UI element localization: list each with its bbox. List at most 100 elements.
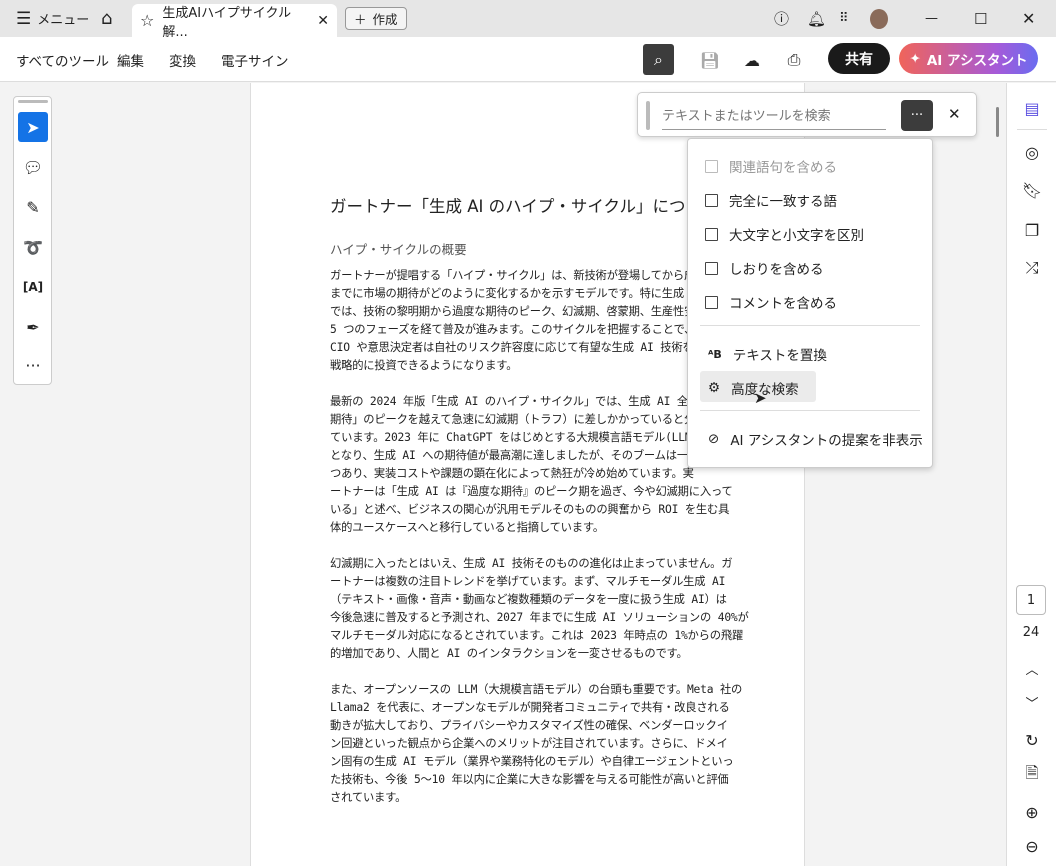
text-line: 幻滅期に入ったとはいえ、生成 AI 技術そのものの進化は止まっていません。ガ [330, 557, 733, 570]
drag-handle[interactable] [18, 100, 48, 103]
replace-text-icon: ᴬB [708, 347, 722, 361]
text-line: ートナーは複数の注目トレンドを挙げています。まず、マルチモーダル生成 AI [330, 575, 726, 588]
tab-bar: ☰ メニュー ⌂ ☆ 生成AIハイプサイクル解... ✕ ＋作成 ⓘ 🔔︎ ⠿ — ☐… [0, 0, 1056, 40]
star-icon[interactable]: ☆ [140, 11, 154, 30]
apps-grid-icon[interactable]: ⠿ [839, 0, 849, 37]
checkbox[interactable] [705, 261, 718, 275]
text-line: ガートナーが提唱する「ハイプ・サイクル」は、新技術が登場してから成 [330, 269, 696, 282]
next-page-icon[interactable]: ﹀ [1019, 689, 1045, 715]
checkbox[interactable] [705, 227, 718, 241]
text-line: ン固有の生成 AI モデル（業界や業務特化のモデル）や自律エージェントといっ [330, 755, 734, 768]
ai-summary-icon[interactable]: ▤ [1019, 95, 1045, 121]
toolbar [0, 37, 1056, 82]
divider [700, 325, 920, 326]
mouse-cursor-icon: ➤ [754, 389, 767, 407]
rotate-icon[interactable]: ↻ [1019, 727, 1045, 753]
text-line: （テキスト・画像・音声・動画など複数種類のデータを一度に扱う生成 AI）は [330, 593, 727, 606]
upload-cloud-icon[interactable]: ☁ [738, 47, 766, 73]
maximize-icon[interactable]: ☐ [974, 0, 987, 37]
help-icon[interactable]: ⓘ [774, 0, 789, 37]
text-line: 動きが拡大しており、プライバシーやカスタマイズ性の確保、ベンダーロックイ [330, 719, 728, 732]
menu-esign[interactable]: 電子サイン [221, 50, 289, 70]
text-line: 今後急速に普及すると予測され、2027 年までに生成 AI ソリューションの 4… [330, 611, 749, 624]
menu-edit[interactable]: 編集 [117, 50, 144, 70]
sign-icon[interactable]: ✒ [18, 312, 48, 342]
plus-icon: ＋ [354, 12, 367, 27]
replace-text-item[interactable]: ᴬB テキストを置換 [708, 344, 827, 365]
create-button[interactable]: ＋作成 [345, 7, 407, 30]
text-line: 体的ユースケースへと移行していると指摘しています。 [330, 521, 604, 534]
select-cursor-icon[interactable]: ➤ [18, 112, 48, 142]
text-box-icon[interactable]: [A] [18, 272, 48, 302]
text-line: つあり、実装コストや課題の顕在化によって熱狂が冷め始めています。実 [330, 467, 694, 480]
bookmarks-icon[interactable]: 🔖︎ [1019, 177, 1045, 203]
vertical-scrollbar[interactable] [990, 83, 1006, 866]
close-search-icon[interactable]: ✕ [948, 105, 961, 123]
comments-icon[interactable]: ◎ [1019, 139, 1045, 165]
draw-freehand-icon[interactable]: ➰ [18, 232, 48, 262]
more-tools-icon[interactable]: ··· [18, 350, 48, 380]
right-rail: ▤ ◎ 🔖︎ ❐ ⤮ 1 24 ︿ ﹀ ↻ 🗎︎ ⊕ ⊖ [1006, 83, 1056, 866]
comment-icon[interactable]: 💬︎ [18, 152, 48, 182]
checkbox[interactable] [705, 193, 718, 207]
search-options-button[interactable]: ··· [901, 100, 933, 131]
search-icon[interactable]: ⌕ [643, 44, 674, 75]
previous-page-icon[interactable]: ︿ [1019, 655, 1045, 681]
share-button[interactable]: 共有 [828, 43, 890, 74]
search-input[interactable] [662, 103, 886, 130]
home-icon[interactable]: ⌂ [101, 0, 112, 37]
text-line: また、オープンソースの LLM（大規模言語モデル）の台頭も重要です。Meta 社… [330, 683, 743, 696]
page-number-input[interactable]: 1 [1016, 585, 1046, 615]
minimize-icon[interactable]: — [925, 0, 938, 37]
close-window-icon[interactable]: ✕ [1022, 0, 1035, 37]
option-whole-word[interactable]: 完全に一致する語 [705, 190, 837, 210]
compare-icon[interactable]: ⤮ [1019, 255, 1045, 281]
text-line: されています。 [330, 791, 407, 804]
text-line: いる」と述べ、ビジネスの関心が汎用モデルそのものの興奮から ROI を生む具 [330, 503, 730, 516]
text-line: マルチモーダル対応になるとされています。これは 2023 年時点の 1%からの飛… [330, 629, 744, 642]
page-fit-icon[interactable]: 🗎︎ [1019, 762, 1045, 788]
option-include-bookmarks[interactable]: しおりを含める [705, 258, 824, 278]
hide-ai-suggestions-item[interactable]: ⊘ AI アシスタントの提案を非表示 [708, 429, 923, 449]
menu-button[interactable]: ☰ メニュー [16, 0, 89, 37]
divider [700, 410, 920, 411]
page-total: 24 [1022, 625, 1040, 640]
option-include-comments[interactable]: コメントを含める [705, 292, 837, 312]
scroll-thumb[interactable] [996, 107, 999, 137]
text-line: では、技術の黎明期から過度な期待のピーク、幻滅期、啓蒙期、生産性安 [330, 305, 696, 318]
print-icon[interactable]: ⎙ [780, 47, 808, 73]
option-case-sensitive[interactable]: 大文字と小文字を区別 [705, 224, 864, 244]
paragraph: また、オープンソースの LLM（大規模言語モデル）の台頭も重要です。Meta 社… [330, 681, 749, 807]
zoom-out-icon[interactable]: ⊖ [1019, 833, 1045, 859]
zoom-in-icon[interactable]: ⊕ [1019, 799, 1045, 825]
paragraph: 最新の 2024 年版「生成 AI のハイプ・サイクル」では、生成 AI 全体が… [330, 393, 749, 537]
menu-convert[interactable]: 変換 [169, 50, 196, 70]
option-related-terms[interactable]: 関連語句を含める [705, 156, 837, 176]
text-line: た技術も、今後 5～10 年以内に企業に大きな影響を与える可能性が高いと評価 [330, 773, 729, 786]
checkbox[interactable] [705, 159, 718, 173]
avatar[interactable] [870, 9, 888, 29]
text-line: 的増加であり、人間と AI のインタラクションを一変させるものです。 [330, 647, 688, 660]
text-line: ン回避といった観点から企業へのメリットが注目されています。さらに、ドメイ [330, 737, 728, 750]
highlight-pen-icon[interactable]: ✎ [18, 192, 48, 222]
search-options-menu: 関連語句を含める 完全に一致する語 大文字と小文字を区別 しおりを含める コメン… [687, 138, 933, 468]
document-title: ガートナー「生成 AI のハイプ・サイクル」につ [330, 197, 686, 216]
ai-assistant-button[interactable]: ✦ AI アシスタント [899, 43, 1038, 74]
text-line: ートナーは「生成 AI は『過度な期待』のピーク期を過ぎ、今や幻滅期に入って [330, 485, 733, 498]
text-line: 最新の 2024 年版「生成 AI のハイプ・サイクル」では、生成 AI 全体が [330, 395, 711, 408]
close-tab-icon[interactable]: ✕ [317, 13, 329, 29]
document-tab[interactable]: ☆ 生成AIハイプサイクル解... ✕ [132, 4, 337, 40]
checkbox[interactable] [705, 295, 718, 309]
bell-icon[interactable]: 🔔︎ [807, 0, 826, 37]
text-line: となり、生成 AI への期待値が最高潮に達しましたが、そのブームは一段 [330, 449, 700, 462]
ai-chat-icon: ✦ [909, 50, 921, 67]
hamburger-icon: ☰ [16, 8, 32, 29]
save-icon[interactable]: 💾︎ [696, 47, 724, 73]
search-drag-handle[interactable] [646, 101, 650, 130]
pages-icon[interactable]: ❐ [1019, 217, 1045, 243]
menu-all-tools[interactable]: すべてのツール [16, 50, 109, 70]
left-tool-panel: ➤ 💬︎ ✎ ➰ [A] ✒ ··· [13, 96, 52, 385]
